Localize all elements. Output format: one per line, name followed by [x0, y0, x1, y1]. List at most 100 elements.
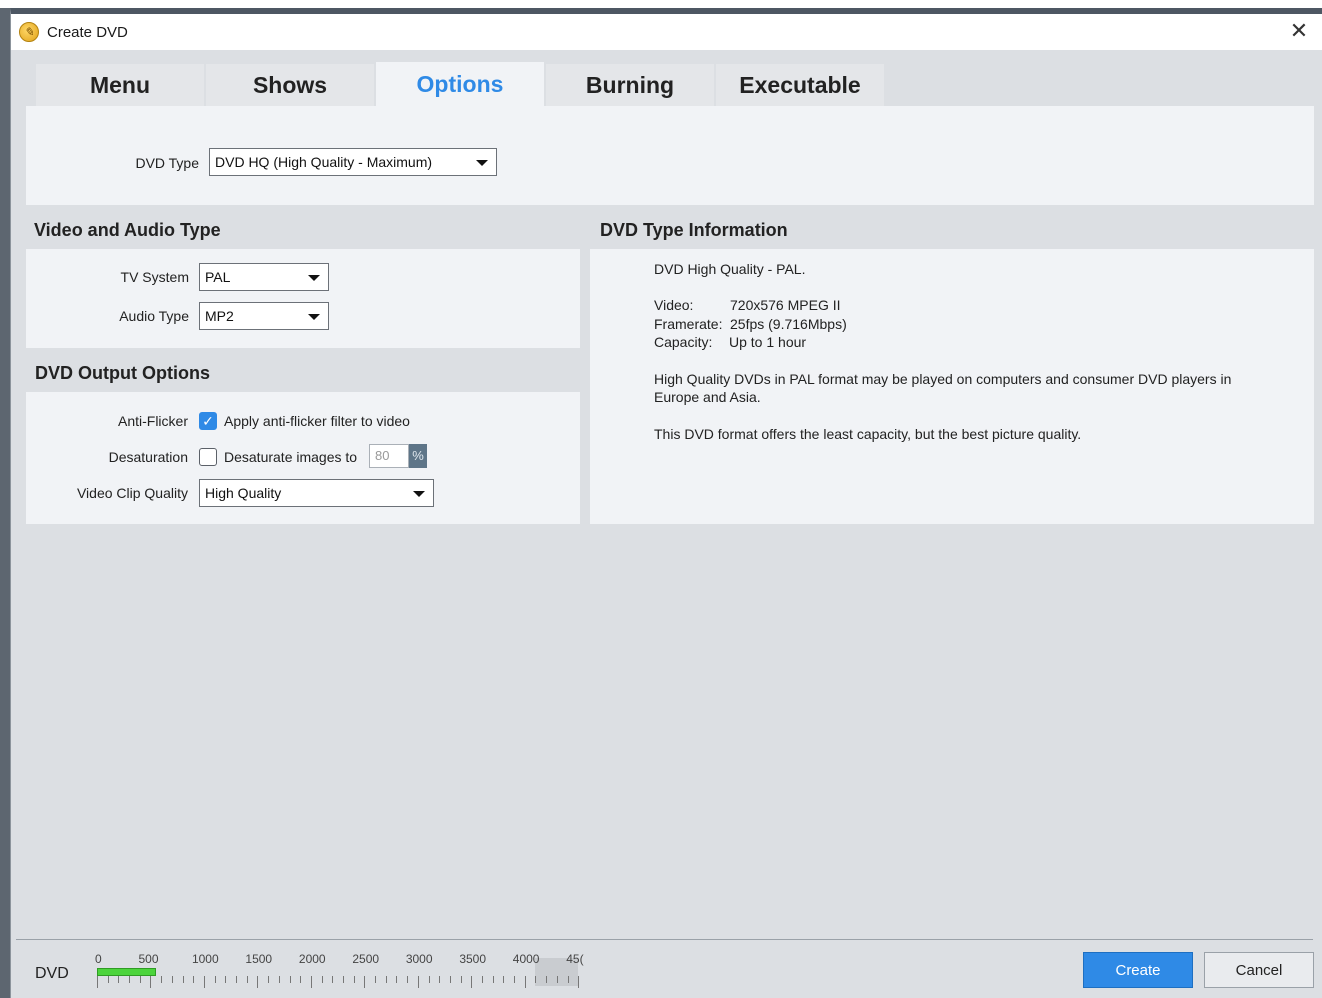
audio-type-select[interactable]: MP2: [199, 302, 329, 330]
capacity-minor-tick: [535, 976, 537, 983]
close-button[interactable]: ✕: [1286, 18, 1312, 44]
capacity-minor-tick: [139, 976, 141, 983]
info-framerate-key: Framerate:: [654, 316, 723, 332]
capacity-minor-tick: [492, 976, 494, 983]
clip-quality-select[interactable]: High Quality: [199, 479, 434, 507]
capacity-minor-tick: [428, 976, 430, 983]
capacity-tick-label: 2000: [298, 952, 326, 966]
capacity-label: DVD: [35, 965, 69, 982]
dvd-type-select[interactable]: DVD HQ (High Quality - Maximum): [209, 148, 497, 176]
capacity-minor-tick: [289, 976, 291, 983]
capacity-used-fill: [97, 968, 156, 976]
capacity-major-tick: [257, 976, 259, 988]
capacity-major-tick: [310, 976, 312, 988]
capacity-tick-label: 1000: [191, 952, 219, 966]
desaturation-label: Desaturation: [108, 449, 188, 465]
capacity-minor-tick: [236, 976, 238, 983]
capacity-tick-label: 500: [138, 952, 159, 966]
capacity-minor-tick: [385, 976, 387, 983]
tv-system-value: PAL: [205, 269, 231, 285]
desaturation-input[interactable]: 80: [369, 444, 409, 468]
capacity-minor-tick: [129, 976, 131, 983]
capacity-major-tick: [471, 976, 473, 988]
tab-strip: Menu Shows Options Burning Executable: [36, 62, 886, 106]
capacity-minor-tick: [214, 976, 216, 983]
capacity-major-tick: [203, 976, 205, 988]
capacity-minor-tick: [268, 976, 270, 983]
capacity-tick-label: 0: [95, 952, 102, 966]
capacity-tick-label: 1500: [245, 952, 273, 966]
capacity-minor-tick: [353, 976, 355, 983]
capacity-minor-tick: [482, 976, 483, 983]
capacity-minor-tick: [546, 976, 548, 983]
type-info-title: DVD Type Information: [600, 220, 788, 240]
capacity-major-tick: [150, 976, 152, 988]
capacity-tick-label: 3000: [405, 952, 433, 966]
capacity-minor-tick: [321, 976, 323, 983]
capacity-minor-tick: [107, 976, 109, 983]
capacity-tick-label: 3500: [459, 952, 487, 966]
desktop-edge: [0, 0, 1322, 8]
capacity-minor-tick: [556, 976, 558, 983]
anti-flicker-checkbox[interactable]: ✓: [199, 412, 217, 430]
chevron-down-icon: [308, 314, 320, 320]
chevron-down-icon: [476, 160, 488, 166]
capacity-minor-tick: [300, 976, 302, 983]
capacity-tick-label: 45(: [566, 952, 584, 966]
capacity-minor-tick: [278, 976, 280, 983]
info-framerate-val: 25fps (9.716Mbps): [730, 316, 847, 332]
footer-divider: [16, 939, 1313, 940]
dvd-type-label: DVD Type: [135, 155, 199, 171]
window-title: Create DVD: [47, 23, 128, 41]
video-audio-title: Video and Audio Type: [34, 220, 221, 240]
tab-menu[interactable]: Menu: [36, 64, 204, 106]
info-headline: DVD High Quality - PAL.: [654, 261, 806, 277]
video-audio-panel: TV System PAL Audio Type MP2: [26, 249, 580, 348]
capacity-major-tick: [578, 976, 580, 988]
capacity-minor-tick: [161, 976, 163, 983]
percent-badge: %: [409, 444, 427, 468]
capacity-meter: 0 500 1000 1500 2000 2500 3000 3500 4000 45(: [95, 952, 605, 988]
cancel-button[interactable]: Cancel: [1204, 952, 1314, 988]
tab-executable[interactable]: Executable: [716, 64, 884, 106]
capacity-minor-tick: [514, 976, 516, 983]
info-para2: This DVD format offers the least capacit…: [654, 426, 1082, 442]
title-bar: ✎ Create DVD ✕: [11, 14, 1322, 50]
tv-system-label: TV System: [120, 269, 189, 285]
capacity-major-tick: [417, 976, 419, 988]
capacity-minor-tick: [246, 976, 248, 983]
create-button[interactable]: Create: [1083, 952, 1193, 988]
audio-type-value: MP2: [205, 308, 234, 324]
capacity-major-tick: [97, 976, 98, 988]
capacity-major-tick: [364, 976, 366, 988]
anti-flicker-text: Apply anti-flicker filter to video: [224, 413, 410, 429]
chevron-down-icon: [413, 491, 425, 497]
info-capacity-val: Up to 1 hour: [729, 334, 807, 350]
capacity-minor-tick: [449, 976, 451, 983]
capacity-minor-tick: [225, 976, 227, 983]
info-video-val: 720x576 MPEG II: [730, 297, 841, 313]
info-video-key: Video:: [654, 297, 694, 313]
capacity-minor-tick: [503, 976, 505, 983]
desaturation-checkbox[interactable]: [199, 448, 217, 466]
output-options-panel: Anti-Flicker ✓ Apply anti-flicker filter…: [26, 392, 580, 524]
tab-options[interactable]: Options: [376, 62, 544, 106]
capacity-minor-tick: [407, 976, 409, 983]
desaturation-text: Desaturate images to: [224, 449, 358, 465]
capacity-minor-tick: [342, 976, 344, 983]
capacity-minor-tick: [460, 976, 462, 983]
capacity-minor-tick: [182, 976, 184, 983]
create-dvd-window: ✎ Create DVD ✕ Menu Shows Options Burnin…: [10, 8, 1322, 998]
dvd-type-value: DVD HQ (High Quality - Maximum): [215, 154, 433, 170]
info-capacity-key: Capacity:: [654, 334, 713, 350]
tab-burning[interactable]: Burning: [546, 64, 714, 106]
clip-quality-label: Video Clip Quality: [76, 485, 188, 501]
tv-system-select[interactable]: PAL: [199, 263, 329, 291]
dvd-type-panel: DVD Type DVD HQ (High Quality - Maximum): [26, 106, 1314, 205]
tab-shows[interactable]: Shows: [206, 64, 374, 106]
clip-quality-value: High Quality: [205, 485, 282, 501]
capacity-minor-tick: [396, 976, 398, 983]
capacity-minor-tick: [332, 976, 334, 983]
output-options-title: DVD Output Options: [35, 363, 210, 383]
app-logo-icon: ✎: [19, 22, 39, 42]
